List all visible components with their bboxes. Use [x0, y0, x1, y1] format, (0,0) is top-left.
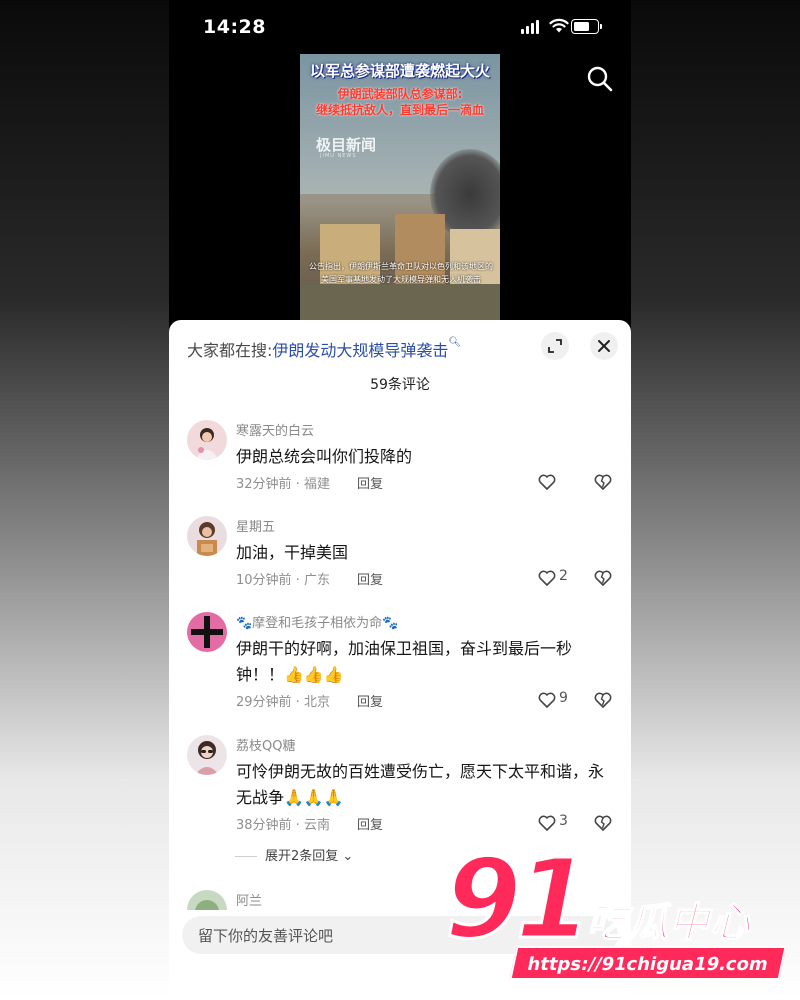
comment-text: 伊朗总统会叫你们投降的 [236, 447, 413, 466]
like-button[interactable]: 3 [537, 813, 579, 833]
comment-item: 寒露天的白云 伊朗总统会叫你们投降的 32分钟前 · 福建 回复 [169, 420, 631, 500]
expand-replies-button[interactable]: 展开2条回复 ⌄ [235, 845, 353, 864]
search-small-icon: 🔍︎ [448, 337, 462, 348]
comment-count: 59条评论 [370, 377, 430, 393]
comment-text: 伊朗干的好啊，加油保卫祖国，奋斗到最后一秒钟！！👍👍👍 [236, 639, 573, 684]
avatar[interactable] [187, 612, 227, 652]
reply-button[interactable]: 回复 [357, 473, 383, 492]
broken-heart-icon [594, 570, 612, 586]
watermark-number: 91 [443, 835, 593, 963]
like-count: 2 [559, 568, 568, 584]
like-button[interactable]: 2 [537, 568, 579, 588]
search-icon[interactable] [585, 64, 615, 94]
dislike-button[interactable] [593, 568, 613, 588]
watermark-logo: 91 吃瓜中心 https://91chigua19.com [443, 843, 795, 990]
dislike-button[interactable] [593, 813, 613, 833]
wifi-icon [549, 18, 569, 33]
avatar[interactable] [187, 420, 227, 460]
status-time: 14:28 [203, 16, 266, 38]
like-count: 9 [559, 690, 568, 706]
video-subtitle-line1: 伊朗武装部队总参谋部: [337, 87, 463, 101]
comment-item: 星期五 加油，干掉美国 10分钟前 · 广东 回复 2 [169, 516, 631, 596]
comment-author[interactable]: 🐾摩登和毛孩子相依为命🐾 [236, 612, 398, 631]
video-headline: 以军总参谋部遭袭燃起大火 [309, 62, 490, 80]
video-subtitle-line2: 继续抵抗敌人，直到最后一滴血 [315, 103, 484, 117]
trending-search[interactable]: 大家都在搜:伊朗发动大规模导弹袭击🔍︎ [187, 337, 461, 361]
expand-icon [548, 339, 562, 353]
trending-link[interactable]: 伊朗发动大规模导弹袭击 [272, 341, 448, 360]
comment-meta: 32分钟前 · 福建 [236, 477, 330, 492]
watermark-title: 吃瓜中心 [586, 899, 751, 947]
comment-item: 🐾摩登和毛孩子相依为命🐾 伊朗干的好啊，加油保卫祖国，奋斗到最后一秒钟！！👍👍👍… [169, 612, 631, 717]
heart-icon [538, 474, 556, 490]
comment-author[interactable]: 荔枝QQ糖 [236, 735, 295, 754]
avatar[interactable] [187, 516, 227, 556]
video-subtitle: 伊朗武装部队总参谋部: 继续抵抗敌人，直到最后一滴血 [300, 86, 500, 118]
like-button[interactable] [537, 472, 579, 492]
status-bar: 14:28 [169, 0, 631, 50]
trending-prefix: 大家都在搜: [187, 341, 273, 360]
broken-heart-icon [594, 692, 612, 708]
news-logo: 极目新闻 [316, 136, 377, 154]
comment-meta: 38分钟前 · 云南 [236, 818, 330, 833]
divider-line [235, 856, 257, 857]
status-icons [521, 18, 611, 36]
comment-meta: 10分钟前 · 广东 [236, 573, 330, 588]
expand-button[interactable] [541, 332, 569, 360]
video-thumbnail[interactable]: 以军总参谋部遭袭燃起大火 伊朗武装部队总参谋部: 继续抵抗敌人，直到最后一滴血 … [300, 54, 500, 320]
watermark-url: https://91chigua19.com [509, 946, 787, 980]
heart-icon [538, 692, 556, 708]
comment-author[interactable]: 星期五 [236, 516, 275, 535]
heart-icon [538, 815, 556, 831]
battery-icon [571, 19, 602, 34]
broken-heart-icon [594, 474, 612, 490]
avatar[interactable] [187, 890, 227, 910]
chevron-down-icon: ⌄ [338, 849, 354, 864]
heart-icon [538, 570, 556, 586]
comment-text: 可怜伊朗无故的百姓遭受伤亡，愿天下太平和谐，永无战争🙏🙏🙏 [236, 762, 605, 807]
comment-meta: 29分钟前 · 北京 [236, 695, 330, 710]
comment-text: 加油，干掉美国 [236, 543, 349, 562]
like-count: 3 [559, 813, 568, 829]
signal-icon [521, 20, 541, 34]
avatar[interactable] [187, 735, 227, 775]
like-button[interactable]: 9 [537, 690, 579, 710]
reply-button[interactable]: 回复 [357, 814, 383, 833]
dislike-button[interactable] [593, 690, 613, 710]
comment-author[interactable]: 阿兰 [236, 890, 262, 909]
comment-author[interactable]: 寒露天的白云 [236, 420, 314, 439]
broken-heart-icon [594, 815, 612, 831]
close-icon [598, 340, 610, 352]
news-logo-sub: JIMU NEWS [320, 153, 357, 159]
close-button[interactable] [590, 332, 618, 360]
expand-replies-label: 展开2条回复 [265, 849, 339, 864]
video-caption: 公告指出，伊朗伊斯兰革命卫队对以色列和该地区的美国军事基地发动了大规模导弹和无人… [309, 262, 493, 284]
dislike-button[interactable] [593, 472, 613, 492]
reply-button[interactable]: 回复 [357, 569, 383, 588]
reply-button[interactable]: 回复 [357, 691, 383, 710]
